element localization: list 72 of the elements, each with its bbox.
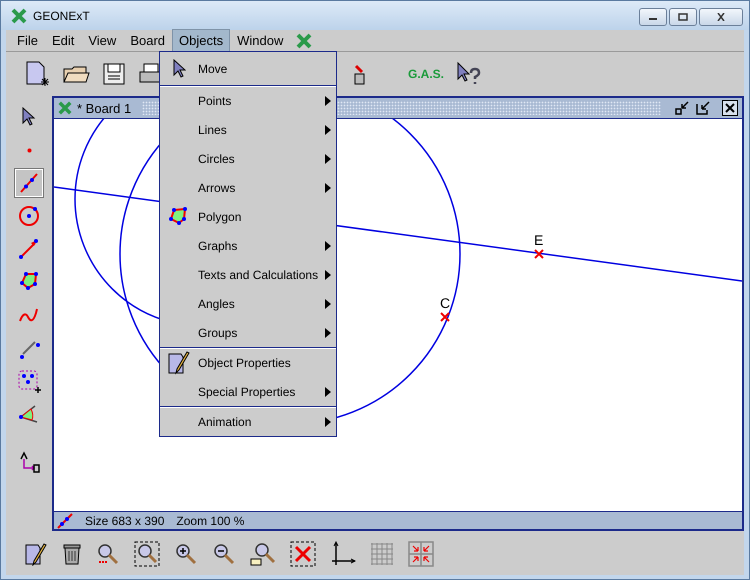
menu-item[interactable]: Lines xyxy=(160,115,336,144)
menu-item[interactable]: Groups xyxy=(160,318,336,347)
menu-item[interactable]: Special Properties xyxy=(160,377,336,406)
menu-item[interactable]: Edit xyxy=(44,29,82,52)
maximize-button[interactable] xyxy=(669,8,697,26)
app-logo-icon xyxy=(296,32,312,48)
board-size-text: Size 683 x 390 xyxy=(85,514,164,528)
cursor-icon xyxy=(172,58,186,78)
window-title: GEONExT xyxy=(33,8,90,22)
menu-item[interactable]: Graphs xyxy=(160,231,336,260)
zoom-reset-icon[interactable] xyxy=(96,542,120,566)
trash-icon[interactable] xyxy=(62,542,82,566)
close-icon xyxy=(725,103,735,113)
circle-tool-icon xyxy=(17,204,41,228)
menu-item[interactable]: Circles xyxy=(160,144,336,173)
submenu-arrow-icon xyxy=(325,270,331,280)
restore-board-icon[interactable] xyxy=(695,100,711,116)
shrink-icon[interactable] xyxy=(408,541,434,567)
polygon-icon xyxy=(168,206,190,226)
close-board-button[interactable] xyxy=(722,100,738,116)
menu-item[interactable]: Angles xyxy=(160,289,336,318)
save-icon[interactable] xyxy=(102,62,126,86)
close-button[interactable] xyxy=(699,8,743,26)
submenu-arrow-icon xyxy=(325,124,331,134)
submenu-arrow-icon xyxy=(325,416,331,426)
menu-item[interactable]: Points xyxy=(160,86,336,115)
minimize-button[interactable] xyxy=(639,8,667,26)
fullscreen-icon[interactable] xyxy=(290,541,316,567)
close-icon xyxy=(716,13,726,21)
axes-icon[interactable] xyxy=(330,541,356,567)
line-tool-icon xyxy=(57,512,73,528)
submenu-arrow-icon xyxy=(325,386,331,396)
minimize-board-icon[interactable] xyxy=(674,100,690,116)
menu-item[interactable]: Arrows xyxy=(160,173,336,202)
app-logo-icon xyxy=(58,101,72,115)
menu-item[interactable]: File xyxy=(10,29,45,52)
menu-item[interactable]: Polygon xyxy=(160,202,336,231)
point-label: C xyxy=(440,295,450,311)
new-document-icon[interactable] xyxy=(24,60,50,88)
menu-item[interactable]: Board xyxy=(123,29,172,52)
menu-item[interactable]: Texts and Calculations xyxy=(160,260,336,289)
menu-item[interactable]: View xyxy=(81,29,124,52)
group-tool-icon xyxy=(17,369,41,393)
submenu-arrow-icon xyxy=(325,154,331,164)
point-tool-icon xyxy=(26,148,32,152)
submenu-arrow-icon xyxy=(325,328,331,338)
zoom-fit-icon[interactable] xyxy=(250,542,276,566)
point-label: E xyxy=(534,232,544,248)
menu-item[interactable]: Window xyxy=(230,29,290,52)
point-marker[interactable] xyxy=(534,249,544,259)
help-cursor-icon[interactable] xyxy=(456,61,482,87)
submenu-arrow-icon xyxy=(325,96,331,106)
tool-icon[interactable] xyxy=(354,62,366,86)
edit-properties-icon xyxy=(168,350,190,374)
zoom-box-icon[interactable] xyxy=(134,541,160,567)
board-title: * Board 1 xyxy=(77,100,132,116)
menu-item[interactable]: Animation xyxy=(160,407,336,436)
app-logo-icon xyxy=(11,8,27,24)
zoom-out-icon[interactable] xyxy=(212,542,236,566)
submenu-arrow-icon xyxy=(325,298,331,308)
menu-item[interactable]: Objects xyxy=(172,29,230,52)
menu-item[interactable]: Move xyxy=(160,52,336,85)
submenu-arrow-icon xyxy=(325,240,331,250)
submenu-arrow-icon xyxy=(325,182,331,192)
line-tool-button[interactable] xyxy=(15,169,43,197)
point-marker[interactable] xyxy=(440,312,450,322)
menu-item[interactable]: Object Properties xyxy=(160,348,336,377)
edit-properties-icon[interactable] xyxy=(24,542,48,566)
zoom-in-icon[interactable] xyxy=(174,542,198,566)
maximize-icon xyxy=(678,13,688,21)
zoom-level-text: Zoom 100 % xyxy=(176,514,244,528)
arrow-tool-icon xyxy=(17,237,41,261)
